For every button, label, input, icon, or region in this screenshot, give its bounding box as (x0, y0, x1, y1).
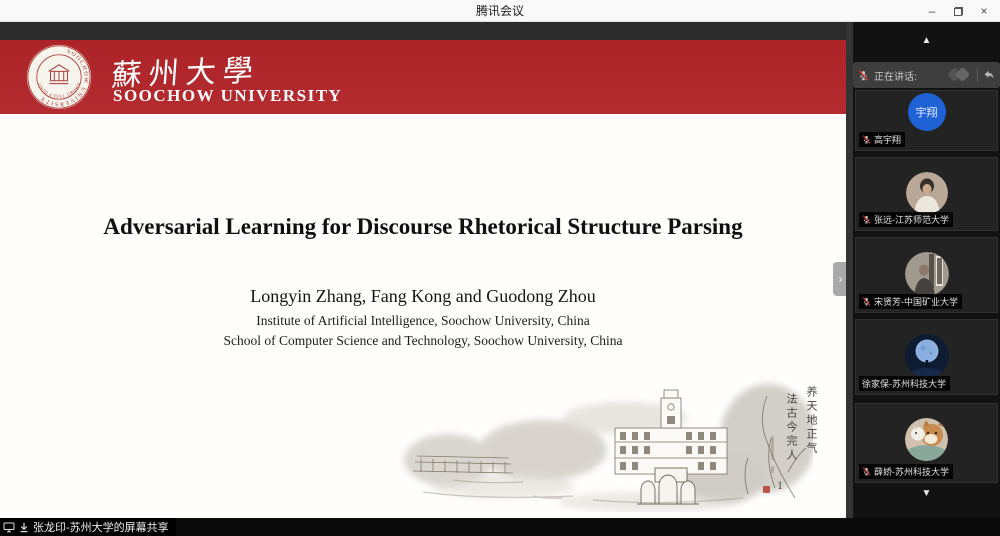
participant-name-label: 张远-江苏师范大学 (859, 212, 953, 227)
participant-tile[interactable]: 张远-江苏师范大学 (855, 157, 998, 231)
slide-authors: Longyin Zhang, Fang Kong and Guodong Zho… (0, 286, 846, 307)
avatar: 宇翔 (908, 93, 946, 131)
close-button[interactable]: × (974, 1, 994, 21)
artist-signature (771, 436, 774, 460)
participant-name: 张远-江苏师范大学 (874, 213, 949, 226)
participant-tile[interactable]: 薛娇-苏州科技大学 (855, 403, 998, 483)
mic-muted-icon (862, 215, 871, 224)
scroll-down-button[interactable]: ▼ (853, 489, 1000, 499)
close-icon: × (980, 4, 987, 18)
window-titlebar: 腾讯会议 – × (0, 0, 1000, 22)
university-name-en: SOOCHOW UNIVERSITY (113, 86, 342, 106)
mic-muted-icon (858, 70, 869, 81)
minimize-icon: – (929, 4, 936, 18)
arrow-down-icon (19, 522, 29, 533)
avatar-initials-text: 宇翔 (916, 104, 938, 120)
participant-tile[interactable]: 宋贤芳-中国矿业大学 (855, 237, 998, 313)
bottom-status-bar: 张龙印-苏州大学的屏幕共享 (0, 518, 1000, 536)
back-arrow-icon[interactable] (983, 69, 995, 81)
slide-page-number: 1 (770, 478, 790, 493)
minimize-button[interactable]: – (922, 1, 942, 21)
panel-divider (846, 22, 853, 518)
participant-tile[interactable]: 宇翔 高宇翔 (855, 90, 998, 151)
participant-tile[interactable]: 徐家保-苏州科技大学 (855, 319, 998, 395)
campus-ink-painting (393, 376, 813, 512)
slide-affiliation-2: School of Computer Science and Technolog… (0, 333, 846, 349)
window-title: 腾讯会议 (0, 0, 1000, 22)
avatar-photo (906, 172, 948, 214)
scroll-up-icon: ▲ (922, 35, 932, 46)
window-controls: – × (922, 0, 994, 22)
avatar-photo (905, 252, 949, 296)
screen-share-view: SOOCHOW UNIVERSITY UNTO A FULL GROWN MAN… (0, 22, 846, 518)
mic-muted-icon (862, 135, 871, 144)
shared-screen-edge (0, 22, 846, 40)
participant-name-label: 薛娇-苏州科技大学 (859, 464, 953, 479)
mic-muted-icon (862, 297, 871, 306)
mic-muted-icon (862, 467, 871, 476)
slide-title: Adversarial Learning for Discourse Rheto… (0, 214, 846, 240)
speaker-avatars-icon (948, 67, 972, 83)
participant-name: 徐家保-苏州科技大学 (862, 377, 946, 390)
participant-name: 宋贤芳-中国矿业大学 (874, 295, 958, 308)
monitor-icon (3, 522, 15, 533)
painting-seal-stamp (763, 486, 770, 493)
screen-share-label: 张龙印-苏州大学的屏幕共享 (33, 519, 169, 535)
avatar-photo (905, 334, 949, 378)
restore-icon (954, 7, 963, 16)
university-seal: SOOCHOW UNIVERSITY UNTO A FULL GROWN MAN (25, 43, 93, 111)
slide-affiliation-1: Institute of Artificial Intelligence, So… (0, 313, 846, 329)
tencent-meeting-window: 腾讯会议 – × SOOCHOW UNIVERSITY (0, 0, 1000, 536)
motto-column-left: 法古今完人 (783, 393, 799, 463)
university-banner: SOOCHOW UNIVERSITY UNTO A FULL GROWN MAN… (0, 40, 846, 114)
avatar-photo (905, 418, 948, 461)
speaking-label: 正在讲话: (874, 68, 917, 83)
chevron-right-icon: › (839, 272, 843, 286)
slide: Adversarial Learning for Discourse Rheto… (0, 114, 846, 518)
restore-button[interactable] (948, 1, 968, 21)
participant-name-label: 徐家保-苏州科技大学 (859, 376, 950, 391)
participant-name: 薛娇-苏州科技大学 (874, 465, 949, 478)
scroll-up-button[interactable]: ▲ (853, 36, 1000, 46)
participant-name-label: 宋贤芳-中国矿业大学 (859, 294, 962, 309)
participant-name: 高宇翔 (874, 133, 901, 146)
motto-column-right: 养天地正气 (803, 386, 819, 463)
speaking-indicator-bar: 正在讲话: (853, 62, 1000, 88)
scroll-down-icon: ▼ (922, 488, 932, 499)
screen-share-status: 张龙印-苏州大学的屏幕共享 (0, 518, 176, 536)
participants-sidebar: ▲ 正在讲话: 宇翔 高宇翔 (853, 22, 1000, 518)
divider (977, 68, 978, 82)
university-motto-calligraphy: 养天地正气 法古今完人 (783, 386, 819, 463)
participant-name-label: 高宇翔 (859, 132, 905, 147)
